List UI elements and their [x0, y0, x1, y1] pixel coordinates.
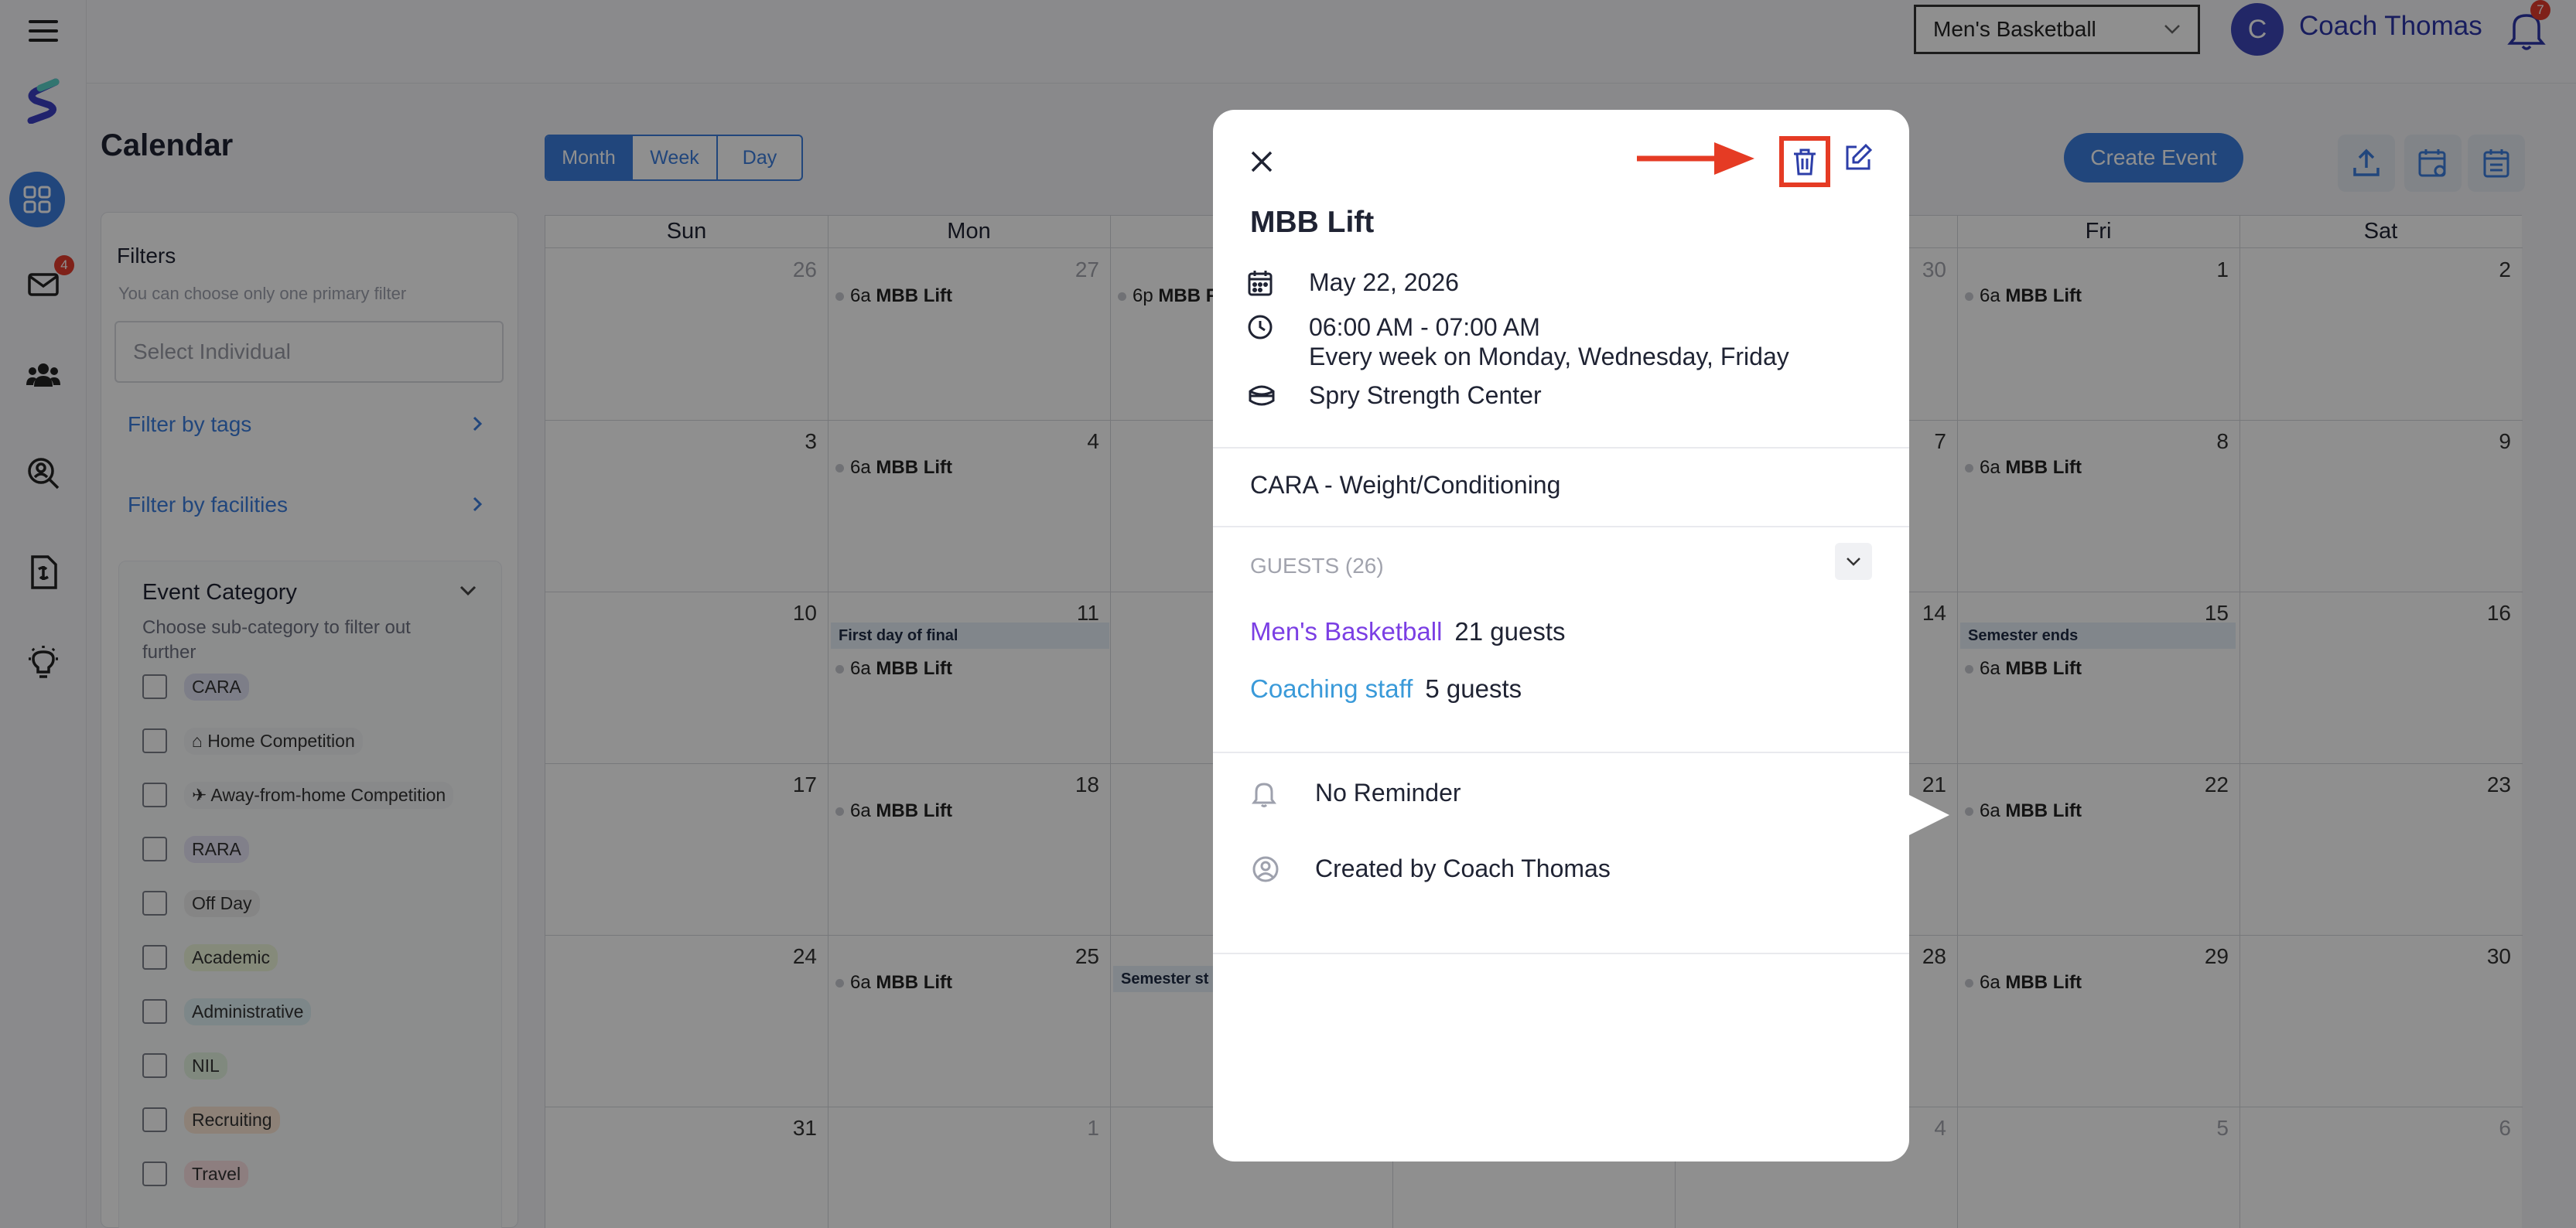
- calendar-icon: [1248, 271, 1273, 296]
- annotation-arrow: [1637, 142, 1754, 175]
- guest-group-count: 21 guests: [1454, 617, 1566, 646]
- chevron-down-icon: [1847, 558, 1860, 566]
- event-category: CARA - Weight/Conditioning: [1250, 471, 1561, 499]
- event-time: 06:00 AM - 07:00 AM: [1309, 313, 1540, 341]
- guests-title: GUESTS (26): [1250, 554, 1384, 578]
- guest-group: Men's Basketball 21 guests: [1250, 617, 1566, 646]
- event-title: MBB Lift: [1250, 206, 1375, 239]
- guest-group-name[interactable]: Men's Basketball: [1250, 617, 1442, 646]
- guest-group-name[interactable]: Coaching staff: [1250, 674, 1413, 703]
- event-location: Spry Strength Center: [1309, 381, 1542, 409]
- trash-icon: [1794, 148, 1816, 176]
- divider: [1213, 526, 1909, 527]
- close-icon[interactable]: [1249, 148, 1275, 175]
- edit-icon[interactable]: [1843, 142, 1874, 173]
- guest-group-count: 5 guests: [1425, 674, 1522, 703]
- event-date: May 22, 2026: [1309, 268, 1459, 296]
- bell-icon: [1252, 783, 1276, 807]
- divider: [1213, 752, 1909, 753]
- clock-icon: [1248, 315, 1273, 339]
- event-recurrence: Every week on Monday, Wednesday, Friday: [1309, 343, 1789, 370]
- event-reminder: No Reminder: [1315, 779, 1461, 807]
- event-detail-modal: MBB Lift May 22, 2026 06:00 AM - 07:00 A…: [1213, 110, 1909, 1161]
- guests-expand-button[interactable]: [1835, 543, 1872, 580]
- divider: [1213, 447, 1909, 449]
- divider: [1213, 953, 1909, 954]
- user-circle-icon: [1252, 856, 1279, 882]
- facility-icon: [1249, 385, 1275, 406]
- modal-pointer: [1909, 795, 1949, 835]
- delete-event-button[interactable]: [1779, 136, 1830, 187]
- guest-group: Coaching staff 5 guests: [1250, 674, 1522, 704]
- event-created-by: Created by Coach Thomas: [1315, 854, 1611, 882]
